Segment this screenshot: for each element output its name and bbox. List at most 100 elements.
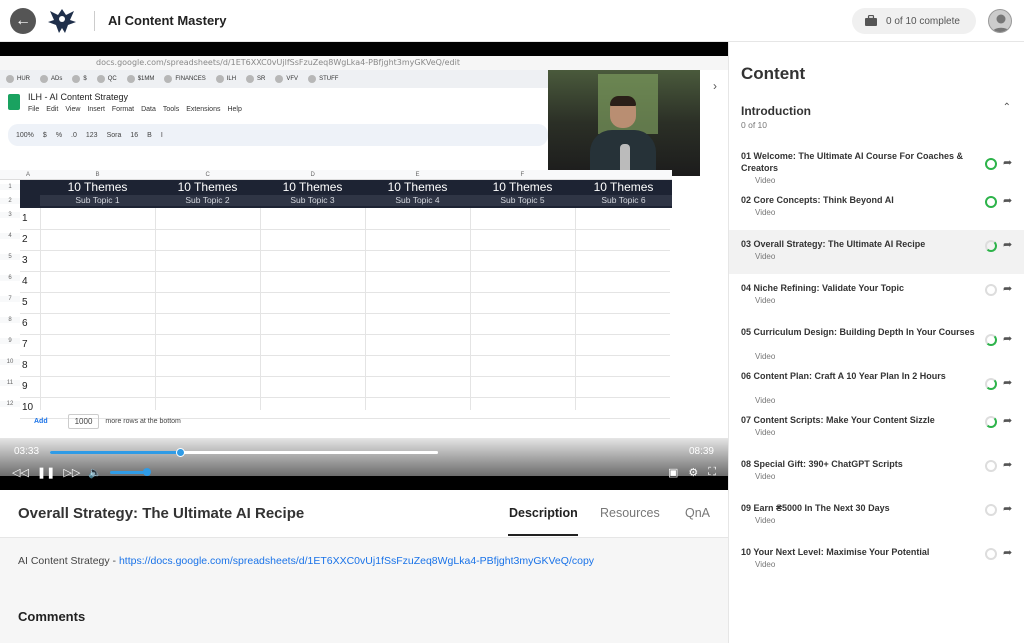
bookmark-item[interactable]: QC <box>96 75 117 83</box>
sheet-menu-item[interactable]: Extensions <box>186 106 220 113</box>
forward-icon[interactable]: ▷▷ <box>63 466 80 479</box>
theme-cell[interactable]: 10 Themes Sub Topic 5 <box>470 180 575 208</box>
theme-title: 10 Themes <box>282 180 343 194</box>
spreadsheet-link[interactable]: https://docs.google.com/spreadsheets/d/1… <box>119 555 594 567</box>
sheet-menu-item[interactable]: Tools <box>163 106 179 113</box>
arrow-left-icon[interactable]: ← <box>10 8 36 34</box>
lesson-item[interactable]: 08 Special Gift: 390+ ChatGPT Scripts Vid… <box>729 450 1024 494</box>
theme-cell[interactable]: 10 Themes Sub Topic 3 <box>260 180 365 208</box>
sheet-toolbar-item[interactable]: 100% <box>16 132 34 139</box>
share-icon[interactable]: ➦ <box>1003 376 1012 389</box>
sheet-menu-item[interactable]: View <box>65 106 80 113</box>
volume-handle[interactable] <box>142 468 151 476</box>
bookmark-item[interactable]: ADs <box>40 75 62 83</box>
bookmark-icon <box>164 75 173 83</box>
lesson-item[interactable]: 03 Overall Strategy: The Ultimate AI Rec… <box>729 230 1024 274</box>
sheet-toolbar-item[interactable]: 123 <box>86 132 98 139</box>
theme-cell[interactable]: 10 Themes Sub Topic 1 <box>40 180 155 208</box>
sheet-toolbar-item[interactable]: .0 <box>71 132 77 139</box>
number-cell[interactable]: 2 <box>22 234 28 245</box>
lesson-item[interactable]: 09 Earn ₴5000 In The Next 30 Days Video ➦ <box>729 494 1024 538</box>
number-cell[interactable]: 1 <box>22 213 28 224</box>
fullscreen-icon[interactable]: ⛶ <box>708 466 716 479</box>
sheet-menu-item[interactable]: Help <box>227 106 241 113</box>
grid-line <box>40 208 41 410</box>
number-cell[interactable]: 6 <box>22 318 28 329</box>
course-progress[interactable]: 0 of 10 complete <box>852 8 976 34</box>
lesson-item[interactable]: 01 Welcome: The Ultimate AI Course For C… <box>729 142 1024 186</box>
bookmark-item[interactable]: ILH <box>215 75 236 83</box>
lesson-item[interactable]: 05 Curriculum Design: Building Depth In … <box>729 318 1024 362</box>
number-cell[interactable]: 7 <box>22 339 28 350</box>
share-icon[interactable]: ➦ <box>1003 458 1012 471</box>
avatar[interactable] <box>988 9 1012 33</box>
rewind-icon[interactable]: ◁◁ <box>12 466 29 479</box>
sheet-toolbar-item[interactable]: Sora <box>107 132 122 139</box>
tab-description[interactable]: Description <box>509 506 578 520</box>
row-number: 11 <box>0 380 20 386</box>
sheet-menu-item[interactable]: Insert <box>87 106 105 113</box>
share-icon[interactable]: ➦ <box>1003 546 1012 559</box>
sheet-menu-item[interactable]: File <box>28 106 39 113</box>
section-introduction[interactable]: Introduction 0 of 10 ⌃ <box>729 94 1024 142</box>
share-icon[interactable]: ➦ <box>1003 282 1012 295</box>
seek-bar[interactable] <box>50 448 438 457</box>
share-icon[interactable]: ➦ <box>1003 332 1012 345</box>
share-icon[interactable]: ➦ <box>1003 502 1012 515</box>
number-cell[interactable]: 3 <box>22 255 28 266</box>
tab-qna[interactable]: QnA <box>685 506 710 520</box>
number-cell[interactable]: 8 <box>22 360 28 371</box>
course-title: AI Content Mastery <box>108 13 227 28</box>
bookmark-item[interactable]: VFV <box>275 75 298 83</box>
bookmark-item[interactable]: $1MM <box>126 75 154 83</box>
theme-cell[interactable]: 10 Themes Sub Topic 2 <box>155 180 260 208</box>
number-cell[interactable]: 9 <box>22 381 28 392</box>
chevron-right-icon[interactable]: › <box>704 72 726 100</box>
pause-icon[interactable]: ❚❚ <box>37 466 55 479</box>
sheet-toolbar-item[interactable]: B <box>147 132 152 139</box>
sheet-menu-item[interactable]: Format <box>112 106 134 113</box>
settings-icon[interactable]: ⚙ <box>688 466 698 479</box>
lesson-item[interactable]: 10 Your Next Level: Maximise Your Potent… <box>729 538 1024 582</box>
volume-slider[interactable] <box>109 468 151 476</box>
video-player[interactable]: docs.google.com/spreadsheets/d/1ET6XXC0v… <box>0 42 728 490</box>
share-icon[interactable]: ➦ <box>1003 194 1012 207</box>
lesson-type: Video <box>755 472 776 481</box>
lesson-item[interactable]: 02 Core Concepts: Think Beyond AI Video ➦ <box>729 186 1024 230</box>
chevron-up-icon[interactable]: ⌃ <box>1003 102 1011 113</box>
sheet-toolbar-item[interactable]: % <box>56 132 62 139</box>
bookmark-icon <box>215 75 224 83</box>
grid-line <box>20 292 670 293</box>
bookmark-item[interactable]: SR <box>246 75 265 83</box>
theme-cell[interactable]: 10 Themes Sub Topic 4 <box>365 180 470 208</box>
number-cell[interactable]: 5 <box>22 297 28 308</box>
share-icon[interactable]: ➦ <box>1003 414 1012 427</box>
bookmark-item[interactable]: $ <box>72 75 87 83</box>
bookmark-icon <box>6 75 14 83</box>
seek-handle[interactable] <box>176 448 186 457</box>
sheet-toolbar-item[interactable]: 16 <box>130 132 138 139</box>
share-icon[interactable]: ➦ <box>1003 238 1012 251</box>
share-icon[interactable]: ➦ <box>1003 156 1012 169</box>
number-cell[interactable]: 10 <box>22 402 33 413</box>
add-rows-button[interactable]: Add <box>34 418 48 425</box>
number-cell[interactable]: 4 <box>22 276 28 287</box>
pip-icon[interactable]: ▣ <box>668 466 678 479</box>
volume-icon[interactable]: 🔈 <box>88 466 102 479</box>
sheet-menu-item[interactable]: Data <box>141 106 156 113</box>
sheet-menu-item[interactable]: Edit <box>46 106 58 113</box>
bookmark-item[interactable]: STUFF <box>308 75 338 83</box>
bookmark-item[interactable]: HUR <box>6 75 30 83</box>
rows-input[interactable]: 1000 <box>67 414 100 429</box>
lesson-item[interactable]: 07 Content Scripts: Make Your Content Si… <box>729 406 1024 450</box>
tab-resources[interactable]: Resources <box>600 506 660 520</box>
played-bar <box>50 451 181 454</box>
sheet-toolbar-item[interactable]: I <box>161 132 163 139</box>
bookmarks-bar: HUR ADs $ QC $1MM FINANCES ILH SR VFV STUFF <box>0 70 548 88</box>
lesson-item[interactable]: 04 Niche Refining: Validate Your Topic Vi… <box>729 274 1024 318</box>
theme-cell[interactable]: 10 Themes Sub Topic 6 <box>575 180 672 208</box>
bookmark-item[interactable]: FINANCES <box>164 75 206 83</box>
lesson-item[interactable]: 06 Content Plan: Craft A 10 Year Plan In… <box>729 362 1024 406</box>
sheet-menu: File Edit View Insert Format Data Tools Extensi… <box>28 106 242 113</box>
sheet-toolbar-item[interactable]: $ <box>43 132 47 139</box>
